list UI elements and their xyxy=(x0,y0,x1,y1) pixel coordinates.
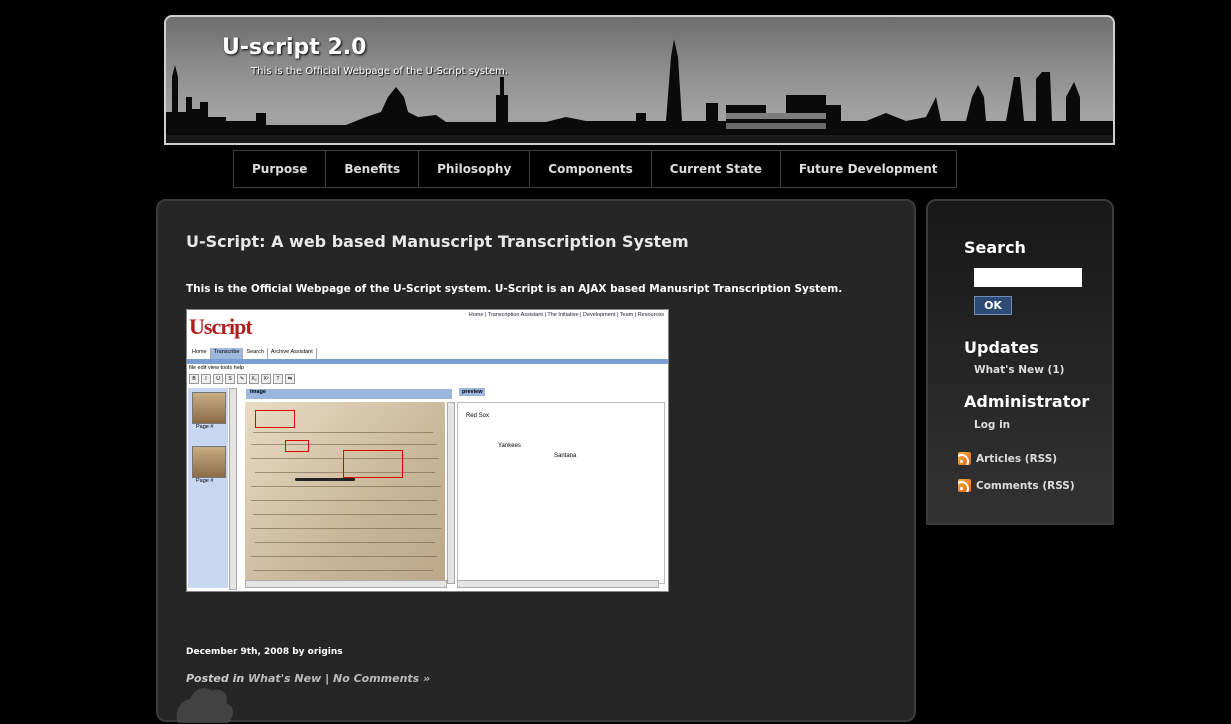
articles-rss-link[interactable]: Articles (RSS) xyxy=(958,452,1057,465)
post-title[interactable]: U-Script: A web based Manuscript Transcr… xyxy=(186,232,689,251)
screenshot-menu: file edit view tools help xyxy=(189,365,245,371)
selection-box xyxy=(285,440,309,452)
search-heading: Search xyxy=(964,238,1026,257)
screenshot-thumbnail-strip: Page # Page # xyxy=(188,388,228,588)
administrator-heading: Administrator xyxy=(964,392,1090,411)
screenshot-tabs: Home Transcribe Search Archive Assistant xyxy=(189,348,317,359)
tool-icon: I xyxy=(201,374,211,384)
page-label: Page # xyxy=(196,424,214,430)
posted-in-label: Posted in xyxy=(186,672,245,685)
screenshot-preview-tab: preview xyxy=(457,388,663,399)
post-footer: Posted in What's New | No Comments » xyxy=(186,672,430,685)
site-title[interactable]: U-script 2.0 xyxy=(222,35,366,60)
screenshot-tab: Transcribe xyxy=(210,348,244,359)
main-content-panel: U-Script: A web based Manuscript Transcr… xyxy=(156,199,916,723)
scrollbar xyxy=(229,388,237,590)
tool-icon: ✎ xyxy=(237,374,247,384)
preview-word: Yankees xyxy=(498,443,521,449)
comments-rss-label: Comments (RSS) xyxy=(976,479,1075,492)
sidebar: Search OK Updates What's New (1) Adminis… xyxy=(926,199,1114,525)
page-thumbnail xyxy=(192,392,226,424)
login-link[interactable]: Log in xyxy=(974,419,1010,431)
manuscript-image xyxy=(245,402,445,582)
nav-tab-philosophy[interactable]: Philosophy xyxy=(419,151,531,187)
tool-icon: X₂ xyxy=(249,374,259,384)
nav-tab-components[interactable]: Components xyxy=(530,151,652,187)
updates-heading: Updates xyxy=(964,338,1039,357)
scrollbar xyxy=(245,580,447,588)
category-link[interactable]: What's New xyxy=(248,672,321,685)
rss-icon xyxy=(958,479,971,492)
page-thumbnail xyxy=(192,446,226,478)
screenshot-top-links: Home | Transcription Assistant | The Ini… xyxy=(468,312,664,318)
selection-box xyxy=(255,410,295,428)
uscript-logo: Uscript xyxy=(189,314,253,339)
selection-box xyxy=(343,450,403,478)
screenshot-tab: Search xyxy=(243,348,268,359)
nav-tab-purpose[interactable]: Purpose xyxy=(234,151,327,187)
screenshot-tab: Home xyxy=(189,348,211,359)
scrollbar xyxy=(457,580,659,588)
screenshot-bar xyxy=(187,359,668,364)
articles-rss-label: Articles (RSS) xyxy=(976,452,1058,465)
page-label: Page # xyxy=(196,478,214,484)
nav-tab-benefits[interactable]: Benefits xyxy=(326,151,420,187)
nav-tab-current-state[interactable]: Current State xyxy=(651,151,781,187)
tool-icon: T xyxy=(273,374,283,384)
app-screenshot-image: Uscript Home | Transcription Assistant |… xyxy=(186,309,669,592)
preview-pane: Red Sox Yankees Santana xyxy=(457,402,665,584)
site-tagline: This is the Official Webpage of the U-Sc… xyxy=(251,66,509,77)
tool-icon: ⇆ xyxy=(285,374,295,384)
nav-tab-future-development[interactable]: Future Development xyxy=(780,151,956,187)
preview-word: Santana xyxy=(554,453,577,459)
footer-separator: | xyxy=(325,672,330,685)
tool-icon: S xyxy=(225,374,235,384)
comments-link[interactable]: No Comments » xyxy=(333,672,430,685)
search-ok-button[interactable]: OK xyxy=(974,296,1012,315)
tool-icon: U xyxy=(213,374,223,384)
screenshot-image-tab: image xyxy=(246,389,452,399)
main-nav: Purpose Benefits Philosophy Components C… xyxy=(233,150,957,188)
whats-new-link[interactable]: What's New (1) xyxy=(974,364,1064,376)
tool-icon: X² xyxy=(261,374,271,384)
screenshot-tab: Archive Assistant xyxy=(268,348,317,359)
site-header: U-script 2.0 This is the Official Webpag… xyxy=(164,15,1115,145)
post-intro-text: This is the Official Webpage of the U-Sc… xyxy=(186,283,843,295)
tool-icon: B xyxy=(189,374,199,384)
rss-icon xyxy=(958,452,971,465)
screenshot-toolbar: B I U S ✎ X₂ X² T ⇆ xyxy=(189,374,295,386)
comments-rss-link[interactable]: Comments (RSS) xyxy=(958,479,1075,492)
preview-word: Red Sox xyxy=(466,413,490,419)
post-meta: December 9th, 2008 by origins xyxy=(186,647,343,657)
scrollbar xyxy=(447,402,455,584)
search-input[interactable] xyxy=(974,268,1082,287)
